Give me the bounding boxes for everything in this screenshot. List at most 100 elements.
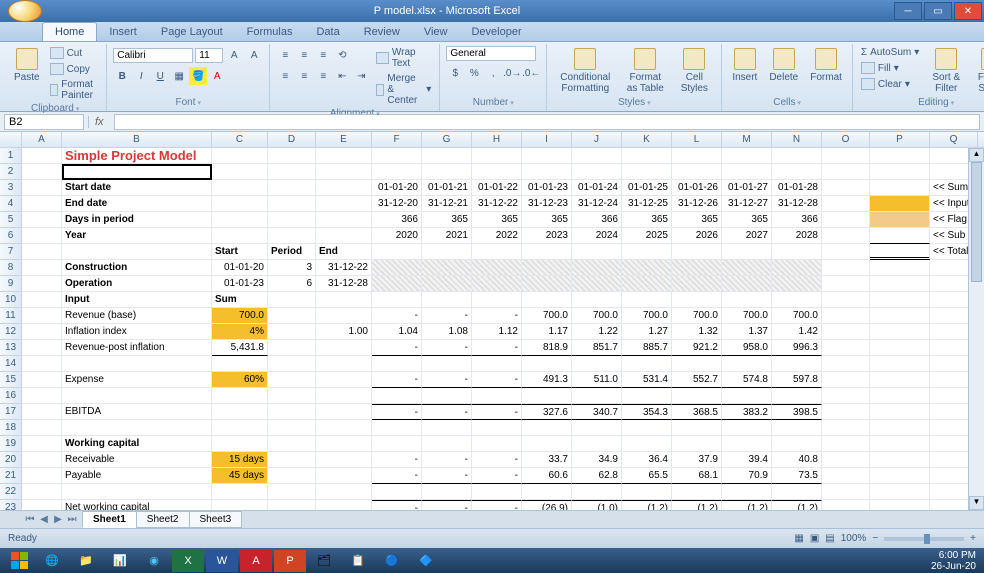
cell-P4[interactable] [870, 196, 930, 212]
cell-H10[interactable] [472, 292, 522, 308]
cell-H21[interactable]: - [472, 468, 522, 484]
cell-N2[interactable] [772, 164, 822, 180]
cell-J11[interactable]: 700.0 [572, 308, 622, 324]
cell-H12[interactable]: 1.12 [472, 324, 522, 340]
cell-A19[interactable] [22, 436, 62, 452]
cell-N19[interactable] [772, 436, 822, 452]
cell-F5[interactable]: 366 [372, 212, 422, 228]
cell-K4[interactable]: 31-12-25 [622, 196, 672, 212]
cell-F7[interactable] [372, 244, 422, 260]
cell-M8[interactable] [722, 260, 772, 276]
cell-J22[interactable] [572, 484, 622, 500]
align-middle-button[interactable]: ≡ [295, 46, 313, 64]
row-header-11[interactable]: 11 [0, 308, 22, 324]
cell-F20[interactable]: - [372, 452, 422, 468]
grow-font-button[interactable]: A [225, 46, 243, 64]
comma-button[interactable]: , [484, 64, 502, 82]
cell-K13[interactable]: 885.7 [622, 340, 672, 356]
cell-A3[interactable] [22, 180, 62, 196]
row-header-21[interactable]: 21 [0, 468, 22, 484]
cell-N16[interactable] [772, 388, 822, 404]
bold-button[interactable]: B [113, 67, 131, 85]
cell-G17[interactable]: - [422, 404, 472, 420]
cell-A18[interactable] [22, 420, 62, 436]
cell-H11[interactable]: - [472, 308, 522, 324]
cell-G2[interactable] [422, 164, 472, 180]
cell-O17[interactable] [822, 404, 870, 420]
cell-D1[interactable] [268, 148, 316, 164]
cell-A23[interactable] [22, 500, 62, 510]
cell-I11[interactable]: 700.0 [522, 308, 572, 324]
cell-H14[interactable] [472, 356, 522, 372]
cell-A20[interactable] [22, 452, 62, 468]
cell-C18[interactable] [212, 420, 268, 436]
cell-E20[interactable] [316, 452, 372, 468]
zoom-in-button[interactable]: + [970, 533, 976, 544]
cell-D23[interactable] [268, 500, 316, 510]
cell-F9[interactable] [372, 276, 422, 292]
cell-I16[interactable] [522, 388, 572, 404]
row-header-7[interactable]: 7 [0, 244, 22, 260]
cell-B13[interactable]: Revenue-post inflation [62, 340, 212, 356]
cell-H5[interactable]: 365 [472, 212, 522, 228]
cell-N9[interactable] [772, 276, 822, 292]
cell-K11[interactable]: 700.0 [622, 308, 672, 324]
decrease-decimal-button[interactable]: .0← [522, 64, 540, 82]
cell-F4[interactable]: 31-12-20 [372, 196, 422, 212]
cell-K9[interactable] [622, 276, 672, 292]
cell-P21[interactable] [870, 468, 930, 484]
cell-P17[interactable] [870, 404, 930, 420]
scroll-thumb[interactable] [971, 162, 982, 282]
sheet-tab-1[interactable]: Sheet1 [82, 511, 137, 528]
sheet-tab-3[interactable]: Sheet3 [189, 511, 243, 528]
insert-button[interactable]: Insert [728, 46, 761, 85]
cell-M1[interactable] [722, 148, 772, 164]
col-header-B[interactable]: B [62, 132, 212, 148]
tab-developer[interactable]: Developer [459, 23, 533, 41]
cell-M9[interactable] [722, 276, 772, 292]
cell-C9[interactable]: 01-01-23 [212, 276, 268, 292]
row-header-3[interactable]: 3 [0, 180, 22, 196]
cell-H6[interactable]: 2022 [472, 228, 522, 244]
row-header-6[interactable]: 6 [0, 228, 22, 244]
cell-L5[interactable]: 365 [672, 212, 722, 228]
row-header-5[interactable]: 5 [0, 212, 22, 228]
cell-N12[interactable]: 1.42 [772, 324, 822, 340]
cell-J8[interactable] [572, 260, 622, 276]
cell-G18[interactable] [422, 420, 472, 436]
cell-D10[interactable] [268, 292, 316, 308]
cell-B11[interactable]: Revenue (base) [62, 308, 212, 324]
cell-F10[interactable] [372, 292, 422, 308]
cell-H2[interactable] [472, 164, 522, 180]
name-box[interactable] [4, 114, 84, 130]
cell-I21[interactable]: 60.6 [522, 468, 572, 484]
cell-J23[interactable]: (1.0) [572, 500, 622, 510]
cell-G15[interactable]: - [422, 372, 472, 388]
underline-button[interactable]: U [151, 67, 169, 85]
cell-N20[interactable]: 40.8 [772, 452, 822, 468]
sheet-nav[interactable]: ⏮◀▶⏭ [20, 514, 82, 525]
cell-F16[interactable] [372, 388, 422, 404]
cell-E5[interactable] [316, 212, 372, 228]
scroll-up-button[interactable]: ▲ [969, 148, 984, 162]
col-header-A[interactable]: A [22, 132, 62, 148]
cell-N1[interactable] [772, 148, 822, 164]
col-header-P[interactable]: P [870, 132, 930, 148]
row-header-15[interactable]: 15 [0, 372, 22, 388]
cell-P11[interactable] [870, 308, 930, 324]
cell-P5[interactable] [870, 212, 930, 228]
cell-L10[interactable] [672, 292, 722, 308]
cell-O11[interactable] [822, 308, 870, 324]
cell-E8[interactable]: 31-12-22 [316, 260, 372, 276]
cell-N22[interactable] [772, 484, 822, 500]
cell-D17[interactable] [268, 404, 316, 420]
cell-G6[interactable]: 2021 [422, 228, 472, 244]
cell-F12[interactable]: 1.04 [372, 324, 422, 340]
cell-J14[interactable] [572, 356, 622, 372]
zoom-slider[interactable] [884, 537, 964, 541]
cell-D2[interactable] [268, 164, 316, 180]
row-header-12[interactable]: 12 [0, 324, 22, 340]
col-header-G[interactable]: G [422, 132, 472, 148]
cell-I4[interactable]: 31-12-23 [522, 196, 572, 212]
cell-C3[interactable] [212, 180, 268, 196]
